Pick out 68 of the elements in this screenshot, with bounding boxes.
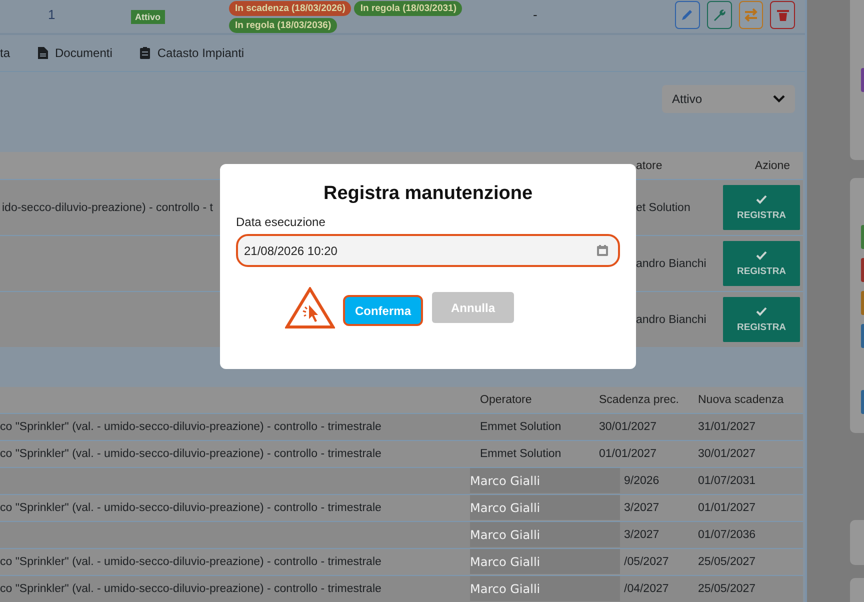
table-cell: 01/01/2027	[599, 448, 657, 460]
table-cell: Emmet Solution	[480, 448, 562, 460]
column-header: Operatore	[480, 394, 533, 406]
table-cell: /04/2027	[624, 582, 669, 595]
table-cell: 25/05/2027	[698, 582, 756, 595]
check-icon	[756, 194, 767, 204]
table-cell: ido-secco-diluvio-preazione) - controllo - t	[2, 202, 213, 214]
maintenance-button[interactable]	[706, 1, 732, 29]
table-cell: 01/01/2027	[698, 502, 756, 514]
table-cell-text: et Solution	[636, 202, 692, 214]
table-cell: 01/07/2031	[698, 474, 756, 487]
table-cell: 3/2027	[624, 528, 660, 541]
field-label: Data esecuzione	[236, 215, 326, 229]
trash-icon	[776, 8, 790, 22]
pen-icon	[680, 8, 694, 22]
warning-cursor-icon	[285, 287, 335, 329]
table-cell: 9/2026	[624, 474, 660, 487]
column-header: Azione	[754, 160, 792, 172]
name-overlay: Marco Gialli	[470, 495, 620, 520]
wrench-icon	[712, 8, 726, 22]
sidebar-card	[850, 520, 864, 565]
table-cell: 31/01/2027	[698, 420, 756, 433]
delete-button[interactable]	[770, 1, 795, 29]
edit-button[interactable]	[675, 1, 700, 29]
table-cell: /05/2027	[624, 556, 669, 568]
calendar-icon	[597, 245, 608, 256]
status-select[interactable]: Attivo	[662, 85, 795, 114]
swap-arrows-icon	[742, 8, 759, 22]
table-cell-text: -	[532, 6, 538, 22]
register-button[interactable]: REGISTRA	[723, 297, 800, 342]
tab[interactable]: ta	[0, 46, 38, 60]
transfer-button[interactable]	[738, 1, 764, 29]
tab[interactable]: Catasto Impianti	[140, 46, 272, 60]
register-button[interactable]: REGISTRA	[723, 185, 800, 230]
dialog-title: Registra manutenzione	[322, 183, 534, 205]
chevron-down-icon	[773, 95, 785, 104]
column-header: atore	[636, 160, 664, 172]
table-cell: co "Sprinkler" (val. - umido-secco-diluvio-preazione) - controllo - trimestrale	[0, 502, 382, 514]
table-cell: co "Sprinkler" (val. - umido-secco-diluvio-preazione) - controllo - trimestrale	[0, 448, 382, 460]
column-header: Scadenza prec.	[599, 394, 680, 406]
table-cell-text: andro Bianchi	[636, 258, 708, 270]
table-cell: Emmet Solution	[480, 420, 562, 433]
date-field[interactable]: 21/08/2026 10:20	[236, 234, 620, 267]
name-overlay: Marco Gialli	[470, 549, 620, 574]
name-overlay: Marco Gialli	[470, 576, 620, 602]
deadline-badge: In regola (18/03/2036)	[229, 18, 338, 33]
table-cell: 30/01/2027	[599, 420, 657, 433]
tab[interactable]: Documenti	[38, 46, 140, 60]
deadline-badge: In regola (18/03/2031)	[354, 1, 462, 16]
table-cell: 30/01/2027	[698, 448, 756, 460]
table-cell: 25/05/2027	[698, 556, 756, 568]
document-icon	[38, 46, 48, 59]
table-cell-text: 1	[47, 6, 56, 22]
table-cell: 3/2027	[624, 502, 660, 514]
table-cell: co "Sprinkler" (val. - umido-secco-diluvio-preazione) - controllo - trimestrale	[0, 420, 382, 433]
check-icon	[756, 250, 767, 260]
table-cell: co "Sprinkler" (val. - umido-secco-diluvio-preazione) - controllo - trimestrale	[0, 582, 382, 595]
table-cell: co "Sprinkler" (val. - umido-secco-diluvio-preazione) - controllo - trimestrale	[0, 556, 382, 568]
name-overlay: Marco Gialli	[470, 522, 620, 548]
table-cell: 01/07/2036	[698, 528, 756, 541]
clipboard-icon	[140, 46, 150, 59]
column-header: Nuova scadenza	[698, 394, 785, 406]
table-cell-text: andro Bianchi	[636, 314, 708, 326]
deadline-badge: In scadenza (18/03/2026)	[229, 1, 352, 16]
check-icon	[756, 306, 767, 316]
status-badge: Attivo	[131, 10, 164, 24]
register-button[interactable]: REGISTRA	[723, 241, 800, 286]
name-overlay: Marco Gialli	[470, 468, 620, 494]
